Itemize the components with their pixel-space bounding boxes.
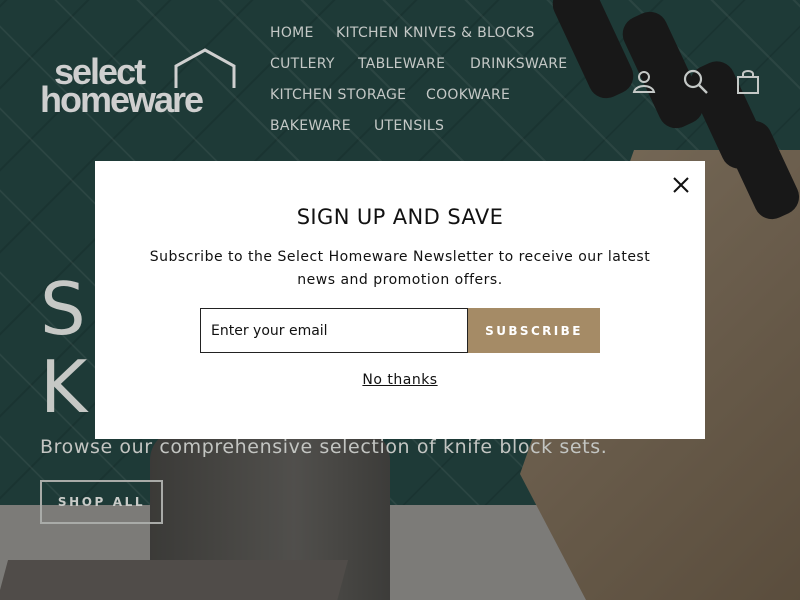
modal-title: SIGN UP AND SAVE — [296, 205, 504, 229]
user-icon[interactable] — [630, 68, 658, 96]
hero-subtitle: Browse our comprehensive selection of kn… — [40, 436, 608, 458]
search-icon[interactable] — [682, 68, 710, 96]
cart-icon[interactable] — [734, 68, 762, 96]
nav-item-tableware[interactable]: TABLEWARE — [358, 56, 445, 72]
modal-description: Subscribe to the Select Homeware Newslet… — [149, 249, 651, 288]
subscribe-button[interactable]: SUBSCRIBE — [468, 308, 600, 353]
email-field[interactable] — [200, 308, 468, 353]
house-logo-icon — [174, 48, 236, 88]
header-actions — [628, 68, 768, 98]
nav-item-cookware[interactable]: COOKWARE — [426, 87, 510, 103]
nav-item-utensils[interactable]: UTENSILS — [374, 118, 444, 134]
site-logo[interactable]: select homeware — [40, 48, 240, 118]
close-icon[interactable] — [671, 175, 691, 195]
hero-title: S K — [40, 267, 88, 429]
nav-item-kitchen-storage[interactable]: KITCHEN STORAGE — [270, 87, 406, 103]
nav-item-drinkswware[interactable]: DRINKSWARE — [470, 56, 567, 72]
nav-item-kitchen-knives-blocks[interactable]: KITCHEN KNIVES & BLOCKS — [336, 25, 535, 41]
no-thanks-row: No thanks — [95, 372, 705, 388]
nav-item-home[interactable]: HOME — [270, 25, 314, 41]
newsletter-modal: SIGN UP AND SAVE Subscribe to the Select… — [95, 161, 705, 439]
shop-all-button[interactable]: SHOP ALL — [40, 480, 163, 524]
nav-item-bakeware[interactable]: BAKEWARE — [270, 118, 351, 134]
nav-item-cutlery[interactable]: CUTLERY — [270, 56, 335, 72]
no-thanks-link[interactable]: No thanks — [362, 372, 437, 388]
